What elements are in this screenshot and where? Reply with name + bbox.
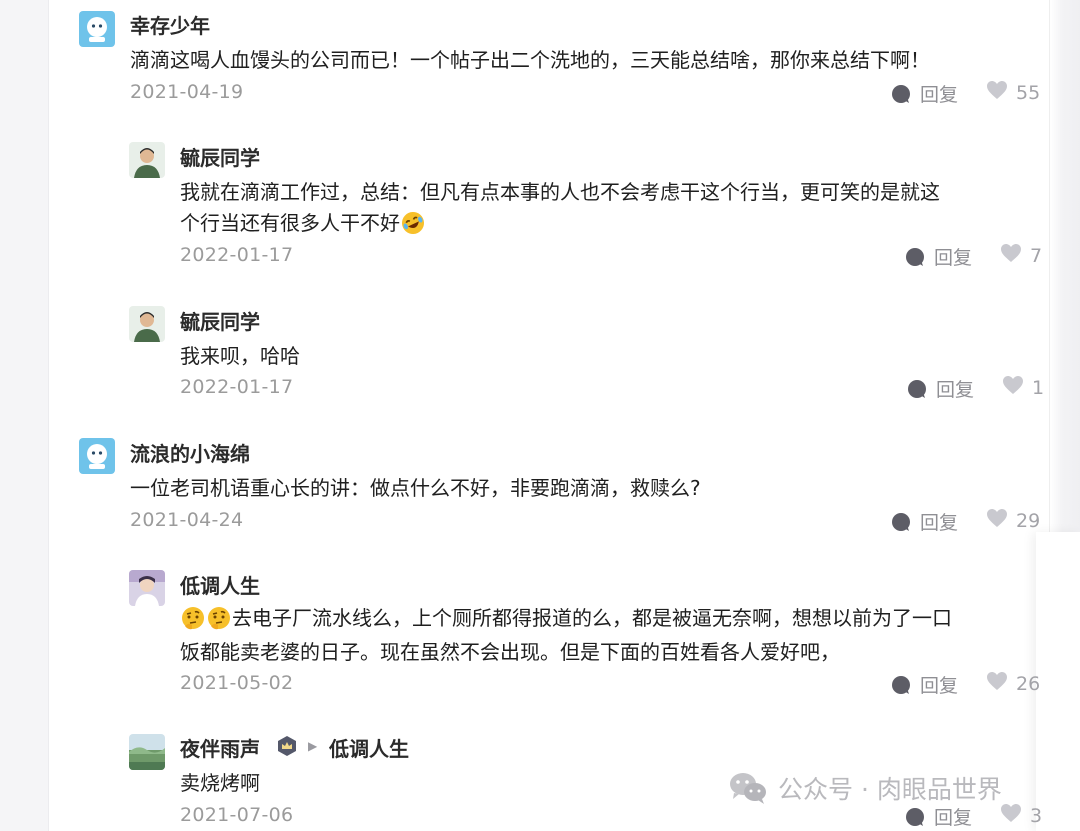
reply-text-line2: 饭都能卖老婆的日子。现在虽然不会出现。但是下面的百姓看各人爱好吧， bbox=[180, 640, 840, 664]
reply-date: 2021-05-02 bbox=[180, 672, 294, 694]
crown-badge-icon bbox=[276, 735, 298, 757]
comment-bubble-icon bbox=[890, 83, 912, 105]
reply-text-line1-content: 去电子厂流水线么，上个厕所都得报道的么，都是被逼无奈啊，想想以前为了一口 bbox=[232, 606, 952, 630]
comment-bubble-icon bbox=[890, 511, 912, 533]
comment-date: 2021-04-19 bbox=[130, 81, 244, 103]
comment-author[interactable]: 流浪的小海绵 bbox=[130, 438, 250, 467]
reply-label: 回复 bbox=[936, 379, 975, 401]
like-count: 1 bbox=[1032, 376, 1045, 399]
watermark-text: 公众号 · 肉眼品世界 bbox=[778, 775, 1002, 804]
like-button[interactable]: 26 bbox=[986, 671, 1040, 696]
reply-label: 回复 bbox=[934, 807, 973, 829]
comment-bubble-icon bbox=[904, 246, 926, 268]
heart-icon bbox=[986, 671, 1008, 696]
heart-icon bbox=[1000, 243, 1022, 268]
heart-icon bbox=[986, 80, 1008, 105]
thinking-face-emoji bbox=[180, 605, 206, 631]
reply-author[interactable]: 毓辰同学 bbox=[180, 142, 260, 171]
reply-button[interactable]: 回复 bbox=[890, 508, 958, 535]
avatar[interactable] bbox=[79, 11, 115, 47]
reply-date: 2021-07-06 bbox=[180, 804, 294, 826]
comment-thread-page: 幸存少年 滴滴这喝人血馒头的公司而已！一个帖子出二个洗地的，三天能总结啥，那你来… bbox=[0, 0, 1080, 831]
reply-date: 2022-01-17 bbox=[180, 376, 294, 398]
reply-author[interactable]: 毓辰同学 bbox=[180, 306, 260, 335]
like-button[interactable]: 1 bbox=[1002, 375, 1044, 400]
reply-label: 回复 bbox=[920, 675, 959, 697]
reply-text-line2: 个行当还有很多人干不好 bbox=[180, 207, 426, 236]
heart-icon bbox=[986, 508, 1008, 533]
like-button[interactable]: 55 bbox=[986, 80, 1040, 105]
right-floating-panel bbox=[1036, 532, 1080, 831]
reply-button[interactable]: 回复 bbox=[904, 803, 972, 830]
reply-author[interactable]: 夜伴雨声 bbox=[180, 733, 260, 762]
avatar[interactable] bbox=[129, 734, 165, 770]
reply-to-author[interactable]: 低调人生 bbox=[329, 733, 409, 762]
comment-bubble-icon bbox=[906, 378, 928, 400]
like-button[interactable]: 7 bbox=[1000, 243, 1042, 268]
wechat-icon bbox=[728, 771, 768, 805]
like-count: 3 bbox=[1030, 804, 1043, 827]
avatar[interactable] bbox=[129, 142, 165, 178]
reply-label: 回复 bbox=[920, 512, 959, 534]
like-button[interactable]: 3 bbox=[1000, 803, 1042, 828]
reply-button[interactable]: 回复 bbox=[906, 375, 974, 402]
reply-text: 卖烧烤啊 bbox=[180, 771, 260, 795]
reply-button[interactable]: 回复 bbox=[890, 671, 958, 698]
comment-bubble-icon bbox=[890, 674, 912, 696]
reply-button[interactable]: 回复 bbox=[904, 243, 972, 270]
comment-text: 滴滴这喝人血馒头的公司而已！一个帖子出二个洗地的，三天能总结啥，那你来总结下啊！ bbox=[130, 48, 930, 72]
reply-text-line1: 去电子厂流水线么，上个厕所都得报道的么，都是被逼无奈啊，想想以前为了一口 bbox=[180, 602, 952, 631]
left-page-edge bbox=[0, 0, 49, 831]
comment-text: 一位老司机语重心长的讲：做点什么不好，非要跑滴滴，救赎么? bbox=[130, 476, 701, 500]
thinking-face-emoji bbox=[206, 605, 232, 631]
reply-to-arrow-icon: ▶ bbox=[308, 739, 318, 753]
avatar[interactable] bbox=[79, 438, 115, 474]
reply-text-line1: 我就在滴滴工作过，总结：但凡有点本事的人也不会考虑干这个行当，更可笑的是就这 bbox=[180, 180, 940, 204]
like-count: 29 bbox=[1016, 509, 1041, 532]
comment-author[interactable]: 幸存少年 bbox=[130, 10, 210, 39]
reply-text: 我来呗，哈哈 bbox=[180, 344, 300, 368]
comment-bubble-icon bbox=[904, 806, 926, 828]
like-count: 55 bbox=[1016, 81, 1041, 104]
reply-button[interactable]: 回复 bbox=[890, 80, 958, 107]
reply-date: 2022-01-17 bbox=[180, 244, 294, 266]
reply-text-line2-content: 个行当还有很多人干不好 bbox=[180, 211, 400, 235]
like-count: 26 bbox=[1016, 672, 1041, 695]
heart-icon bbox=[1002, 375, 1024, 400]
rolling-on-floor-laughing-emoji bbox=[400, 210, 426, 236]
like-count: 7 bbox=[1030, 244, 1043, 267]
heart-icon bbox=[1000, 803, 1022, 828]
avatar[interactable] bbox=[129, 306, 165, 342]
reply-label: 回复 bbox=[920, 84, 959, 106]
reply-label: 回复 bbox=[934, 247, 973, 269]
like-button[interactable]: 29 bbox=[986, 508, 1040, 533]
comment-date: 2021-04-24 bbox=[130, 509, 244, 531]
avatar[interactable] bbox=[129, 570, 165, 606]
reply-author[interactable]: 低调人生 bbox=[180, 570, 260, 599]
wechat-watermark: 公众号 · 肉眼品世界 bbox=[728, 770, 1002, 806]
